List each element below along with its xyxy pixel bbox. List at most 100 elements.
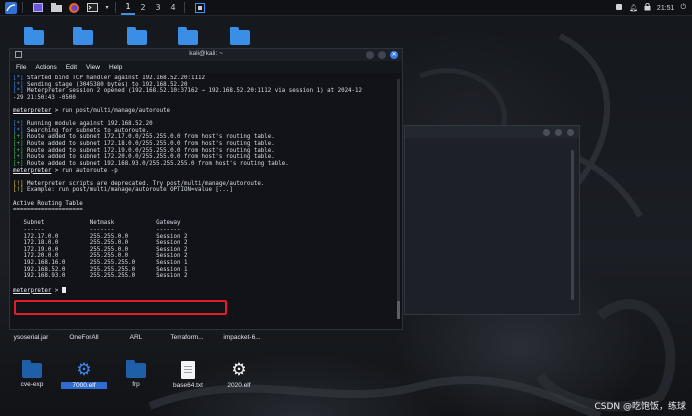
desktop-item-oneforall[interactable]: OneForAll [61,331,107,341]
notification-icon[interactable] [615,3,623,13]
gear-icon: ⚙ [231,360,247,380]
terminal-line: [+] Route added to subnet 172.20.0.0/255… [13,154,392,161]
desktop-folder[interactable] [60,27,106,45]
minimize-icon[interactable] [543,128,550,136]
terminal-line: [*] Searching for subnets to autoroute. [13,128,392,135]
terminal-cursor[interactable] [61,286,66,293]
home-folder[interactable] [217,27,263,45]
scrollbar[interactable] [571,150,574,300]
background-window-titlebar[interactable] [405,126,579,138]
workspace-3[interactable]: 3 [151,1,165,15]
terminal-text: Route added to subnet 192.168.93.0/255.2… [23,160,289,167]
highlight-annotation [14,300,227,315]
folder-icon[interactable] [49,2,63,14]
terminal-line: ------ ------- ------- [13,227,392,234]
terminal-text: [+] [13,134,24,141]
gear-icon: ⚙ [76,360,92,380]
terminal-text: [+] [13,141,24,148]
desktop-item-terraform[interactable]: Terraform... [164,331,210,341]
menu-view[interactable]: View [86,64,100,71]
terminal-line: 172.20.0.0 255.255.0.0 Session 2 [13,253,392,260]
close-icon[interactable] [567,128,574,136]
terminal-line: meterpreter > run post/multi/manage/auto… [13,108,392,115]
terminal-text: [*] [13,81,24,88]
terminal-line: Active Routing Table [13,201,392,208]
terminal-line: [*] Meterpreter session 2 opened (192.16… [13,88,392,95]
desktop-item-7000-elf[interactable]: ⚙ 7000.elf [61,361,107,389]
menu-edit[interactable]: Edit [66,64,77,71]
terminal-text: Route added to subnet 172.17.0.0/255.255… [23,134,275,141]
terminal-text: Started bind TCP handler against 192.168… [23,75,205,81]
watermark: CSDN @吃饱饭，练球 [594,402,686,412]
terminal-icon[interactable] [85,2,99,14]
workspace-2[interactable]: 2 [136,1,150,15]
terminal-text: 172.19.0.0 255.255.0.0 Session 2 [13,246,188,253]
menu-file[interactable]: File [16,64,26,71]
terminal-line: 172.18.0.0 255.255.0.0 Session 2 [13,240,392,247]
desktop-folder-locked[interactable] [165,27,211,45]
terminal-line: 172.19.0.0 255.255.0.0 Session 2 [13,247,392,254]
background-window[interactable] [404,125,580,315]
terminal-title: kali@kali: ~ [189,50,223,57]
terminal-titlebar[interactable]: kali@kali: ~ ✕ [10,49,402,61]
desktop-item-arl[interactable]: ARL [113,331,159,341]
terminal-output[interactable]: [*] Started bind TCP handler against 192… [13,75,392,327]
terminal-text: ==================== [13,207,83,214]
window-icon[interactable] [31,2,45,14]
terminal-line: 172.17.0.0 255.255.0.0 Session 2 [13,234,392,241]
desktop-item-ysoserial[interactable]: ysoserial.jar [8,331,54,341]
menu-actions[interactable]: Actions [35,64,56,71]
workspace-1[interactable]: 1 [121,1,135,15]
menu-help[interactable]: Help [109,64,122,71]
panel-separator [22,2,23,13]
text-file-icon [181,361,195,379]
folder-icon [126,360,146,378]
terminal-window[interactable]: kali@kali: ~ ✕ File Actions Edit View He… [9,48,403,330]
minimize-icon[interactable] [366,51,374,59]
power-icon[interactable]: ⏻ [680,4,686,12]
desktop-item-cve-exp[interactable]: cve-exp [9,360,55,388]
desktop-folder[interactable] [114,27,160,45]
terminal-text: > run autoroute -p [51,167,118,174]
terminal-text: [+] [13,160,24,167]
terminal-text: 172.17.0.0 255.255.0.0 Session 2 [13,233,188,240]
prompt-label: meterpreter [13,167,52,174]
terminal-line: [+] Route added to subnet 172.19.0.0/255… [13,148,392,155]
terminal-text: 192.168.52.0 255.255.255.0 Session 1 [13,266,188,273]
clock[interactable]: 21:51 [657,5,675,12]
lock-icon[interactable] [644,2,651,13]
kali-menu-icon[interactable] [4,1,18,14]
desktop-folder[interactable] [11,27,57,45]
bell-icon[interactable]: 🔔︎ [629,4,638,12]
terminal-text: [*] [13,75,24,81]
terminal-text: 192.168.16.0 255.255.255.0 Session 1 [13,260,188,267]
terminal-text: Example: run post/multi/manage/autoroute… [23,187,233,194]
terminal-line: 192.168.16.0 255.255.255.0 Session 1 [13,260,392,267]
terminal-text: Meterpreter session 2 opened (192.168.52… [23,88,363,95]
terminal-text: Active Routing Table [13,200,83,207]
top-panel: ▾ 1 2 3 4 🔔︎ 21:51 ⏻ [0,0,692,16]
terminal-line: [*] Running module against 192.168.52.20 [13,121,392,128]
terminal-line: [+] Route added to subnet 172.17.0.0/255… [13,134,392,141]
terminal-text: Route added to subnet 172.18.0.0/255.255… [23,141,275,148]
terminal-text: -29 21:50:43 -0500 [13,94,76,101]
terminal-text: [!] [13,187,24,194]
desktop-item-frp[interactable]: frp [113,360,159,388]
workspace-4[interactable]: 4 [166,1,180,15]
terminal-scrollbar-thumb[interactable] [397,301,400,319]
firefox-icon[interactable] [67,2,81,14]
desktop-item-impacket[interactable]: impacket-6... [219,331,265,341]
close-icon[interactable]: ✕ [390,51,398,59]
maximize-icon[interactable] [378,51,386,59]
desktop-item-base64-txt[interactable]: base64.txt [165,361,211,389]
desktop-item-2020-elf[interactable]: ⚙ 2020.elf [216,361,262,389]
maximize-icon[interactable] [555,128,562,136]
terminal-text: [*] [13,121,24,128]
screenshot-icon[interactable] [193,2,207,14]
terminal-scrollbar[interactable] [397,79,400,319]
terminal-line: Subnet Netmask Gateway [13,220,392,227]
dropdown-icon[interactable]: ▾ [103,2,111,14]
